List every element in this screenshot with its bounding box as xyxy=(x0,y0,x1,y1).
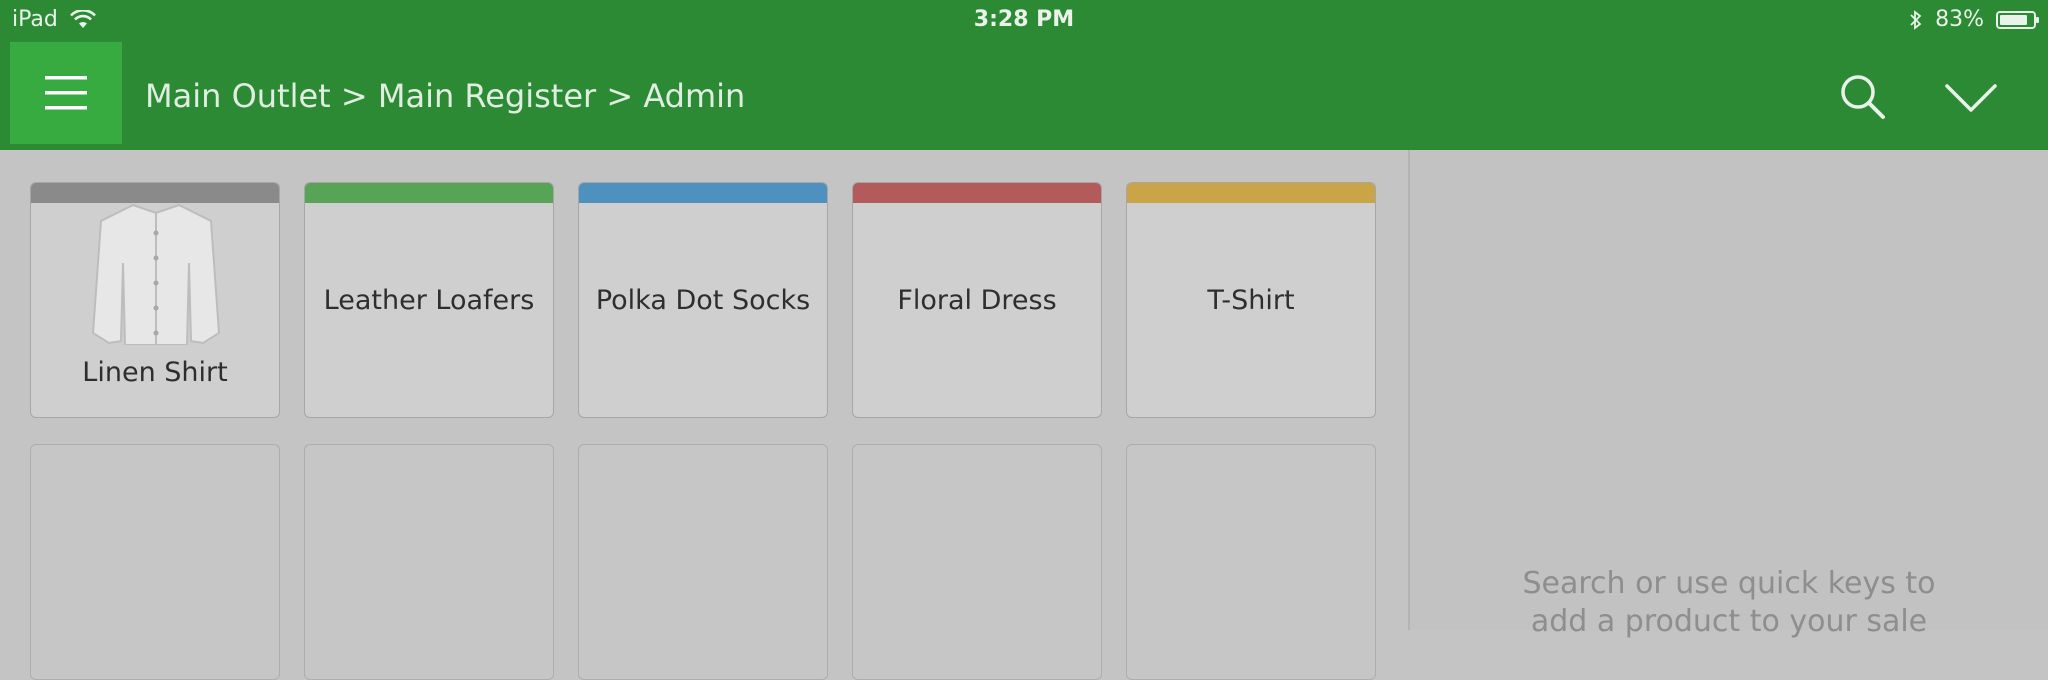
battery-percent: 83% xyxy=(1935,7,1984,32)
battery-level xyxy=(2000,14,2027,25)
quick-key-empty-slot[interactable] xyxy=(578,444,828,680)
sale-panel: Search or use quick keys to add a produc… xyxy=(1410,150,2048,639)
quick-keys-grid: Linen Shirt Leather Loafers Polka Dot So… xyxy=(0,150,1408,680)
quick-key-label: Floral Dress xyxy=(897,284,1057,316)
quick-key-empty-slot[interactable] xyxy=(304,444,554,680)
status-right: 83% xyxy=(1909,7,2039,32)
sale-hint-line-2: add a product to your sale xyxy=(1530,604,1928,639)
status-time: 3:28 PM xyxy=(973,7,1075,32)
quick-key-polka-dot-socks[interactable]: Polka Dot Socks xyxy=(578,182,828,418)
quick-key-leather-loafers[interactable]: Leather Loafers xyxy=(304,182,554,418)
quick-key-color-bar xyxy=(31,183,279,203)
chevron-down-icon xyxy=(1945,84,1997,112)
quick-key-empty-slot[interactable] xyxy=(30,444,280,680)
collapse-button[interactable] xyxy=(1943,78,1999,118)
search-button[interactable] xyxy=(1838,72,1888,122)
sale-hint-line-1: Search or use quick keys to xyxy=(1522,566,1936,601)
quick-key-floral-dress[interactable]: Floral Dress xyxy=(852,182,1102,418)
quick-key-linen-shirt[interactable]: Linen Shirt xyxy=(30,182,280,418)
hamburger-menu-icon xyxy=(45,76,87,110)
quick-key-label: Linen Shirt xyxy=(82,356,228,388)
nav-bar: Main Outlet > Main Register > Admin xyxy=(0,42,2048,150)
linen-shirt-image xyxy=(91,203,221,345)
search-icon xyxy=(1841,75,1885,119)
quick-key-label: T-Shirt xyxy=(1207,284,1295,316)
quick-key-label: Polka Dot Socks xyxy=(595,284,811,316)
quick-key-empty-slot[interactable] xyxy=(1126,444,1376,680)
bluetooth-icon xyxy=(1910,9,1922,30)
quick-key-label: Leather Loafers xyxy=(323,284,535,316)
breadcrumb: Main Outlet > Main Register > Admin xyxy=(145,77,746,115)
quick-key-t-shirt[interactable]: T-Shirt xyxy=(1126,182,1376,418)
quick-key-empty-slot[interactable] xyxy=(852,444,1102,680)
battery-icon xyxy=(1996,10,2039,29)
menu-button[interactable] xyxy=(10,42,122,144)
status-bar: iPad 3:28 PM 83% xyxy=(0,0,2048,42)
